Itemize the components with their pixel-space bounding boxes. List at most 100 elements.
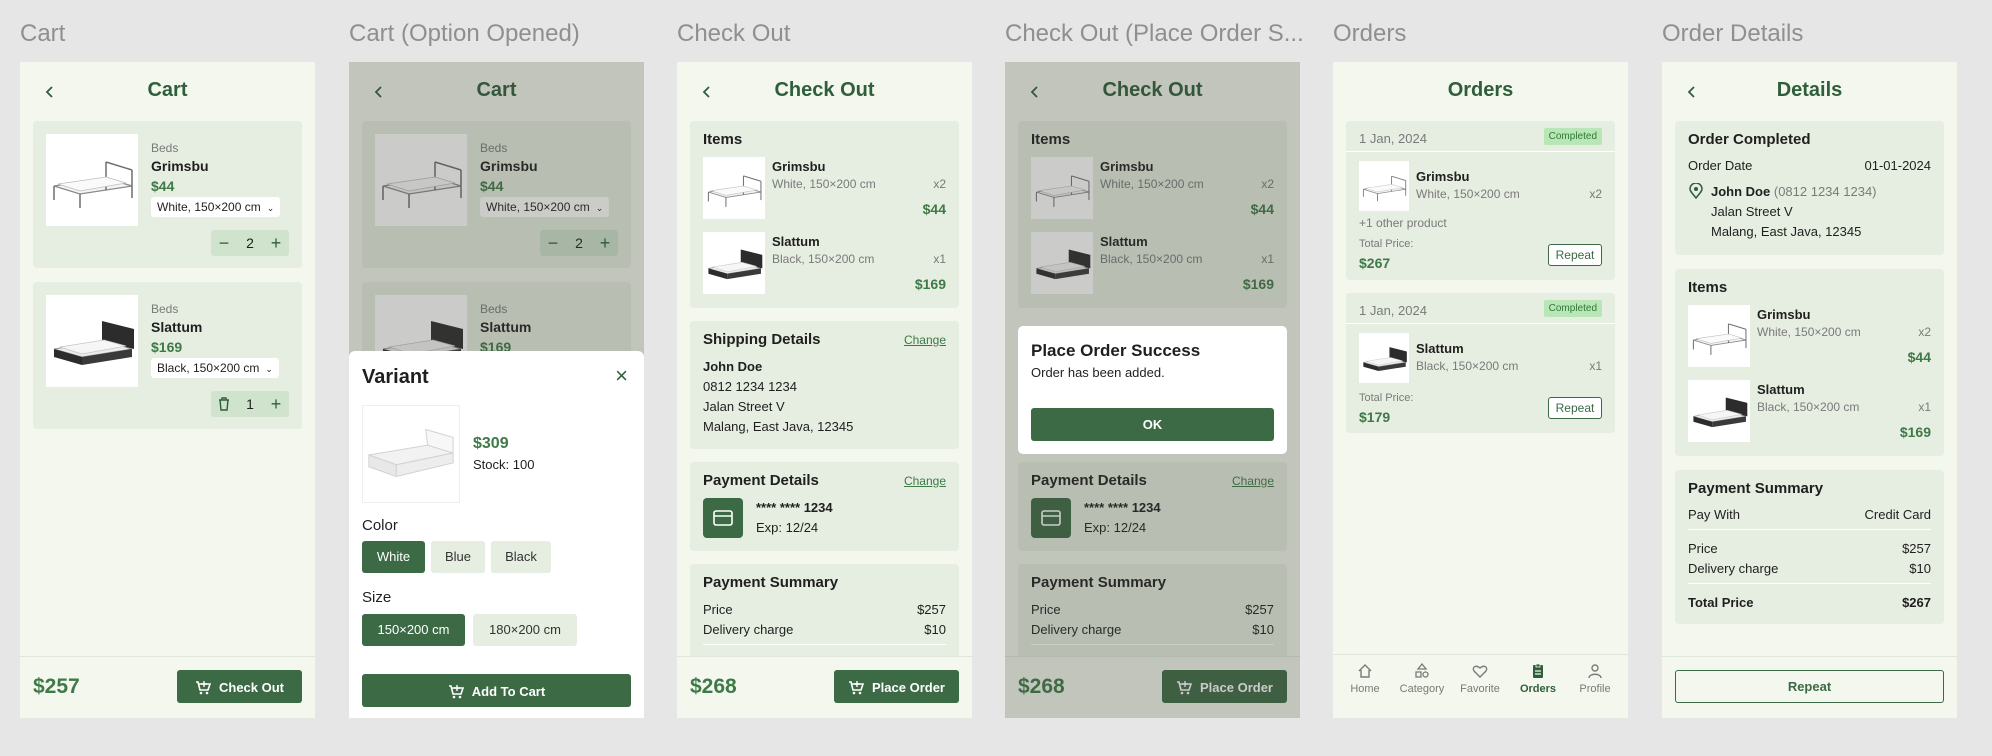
price-value: $257	[1902, 541, 1931, 556]
card-number: **** **** 1234	[756, 500, 833, 515]
size-label: Size	[362, 589, 392, 606]
header: Orders	[1333, 62, 1628, 122]
nav-orders-label: Orders	[1519, 683, 1557, 695]
heart-icon	[1472, 665, 1488, 678]
plus-button[interactable]: +	[263, 230, 289, 256]
location-pin-icon	[1689, 183, 1703, 199]
order-info-card: Order Completed Order Date 01-01-2024 Jo…	[1675, 121, 1944, 255]
price-label: Price	[1688, 541, 1718, 556]
nav-favorite[interactable]: Favorite	[1452, 663, 1508, 695]
product-name: Grimsbu	[772, 159, 826, 174]
close-icon[interactable]: ×	[615, 363, 628, 389]
variant-price: $309	[473, 435, 509, 452]
color-label: Color	[362, 517, 398, 534]
nav-category[interactable]: Category	[1394, 663, 1450, 695]
plus-button[interactable]: +	[263, 391, 289, 417]
order-status: Order Completed	[1688, 131, 1811, 148]
order-details-screen: Details Order Completed Order Date 01-01…	[1662, 62, 1957, 718]
add-to-cart-button[interactable]: Add To Cart	[362, 674, 631, 707]
repeat-order-button[interactable]: Repeat	[1675, 670, 1944, 703]
quantity-value: 2	[246, 235, 254, 251]
product-price: $44	[1907, 349, 1931, 365]
header: Cart	[20, 62, 315, 122]
product-image	[703, 232, 765, 294]
cart-item: Beds Grimsbu $44 White, 150×200 cm ⌄ − 2 …	[33, 121, 302, 268]
price-value: $257	[917, 602, 946, 617]
product-name: Grimsbu	[151, 158, 209, 174]
product-image[interactable]	[46, 295, 138, 387]
nav-profile[interactable]: Profile	[1567, 663, 1623, 695]
repeat-button[interactable]: Repeat	[1548, 397, 1602, 419]
delivery-label: Delivery charge	[1688, 561, 1779, 576]
product-qty: x1	[933, 252, 946, 266]
product-qty: x1	[1918, 400, 1931, 414]
product-image	[1688, 305, 1750, 367]
divider	[1346, 323, 1615, 324]
order-date: 1 Jan, 2024	[1359, 131, 1427, 146]
bottom-bar: $257 Check Out	[20, 656, 315, 718]
divider	[1346, 151, 1615, 152]
product-variant: Black, 150×200 cm	[772, 252, 875, 266]
product-image[interactable]	[46, 134, 138, 226]
payment-card: Payment Details Change **** **** 1234 Ex…	[690, 462, 959, 551]
size-option-150[interactable]: 150×200 cm	[362, 614, 465, 646]
product-name: Grimsbu	[1416, 169, 1470, 184]
product-category: Beds	[151, 141, 179, 155]
home-icon	[1358, 664, 1372, 678]
change-shipping-link[interactable]: Change	[904, 333, 946, 347]
page-title: Details	[1776, 79, 1843, 101]
pay-with-value: Credit Card	[1864, 507, 1931, 522]
variant-select[interactable]: Black, 150×200 cm ⌄	[151, 358, 279, 378]
recipient-name: John Doe	[1711, 184, 1771, 199]
variant-select[interactable]: White, 150×200 cm ⌄	[151, 197, 281, 217]
delivery-value: $10	[1909, 561, 1931, 576]
product-variant: White, 150×200 cm	[772, 177, 876, 191]
clipboard-icon	[1533, 663, 1543, 678]
place-order-button[interactable]: Place Order	[834, 670, 959, 703]
product-variant: Black, 150×200 cm	[1757, 400, 1860, 414]
other-products: +1 other product	[1359, 216, 1447, 230]
product-name: Grimsbu	[1757, 307, 1811, 322]
checkout-screen: Check Out Items Grimsbu White, 150×200 c…	[677, 62, 972, 718]
nav-home-label: Home	[1350, 683, 1380, 695]
ship-city: Malang, East Java, 12345	[703, 419, 854, 434]
change-payment-link[interactable]: Change	[904, 474, 946, 488]
cart-item: Beds Slattum $169 Black, 150×200 cm ⌄ 1 +	[33, 282, 302, 429]
trash-icon	[219, 397, 229, 411]
card-expiry: Exp: 12/24	[756, 520, 819, 535]
quantity-value: 1	[246, 396, 254, 412]
cart-icon	[848, 680, 864, 696]
ship-street: Jalan Street V	[703, 399, 785, 414]
variant-select-label: White, 150×200 cm	[157, 200, 261, 214]
address-city: Malang, East Java, 12345	[1711, 224, 1862, 239]
product-variant: Black, 150×200 cm	[1416, 359, 1519, 373]
nav-home[interactable]: Home	[1337, 663, 1393, 695]
color-option-black[interactable]: Black	[491, 541, 551, 573]
size-option-180[interactable]: 180×200 cm	[473, 614, 577, 646]
color-option-white[interactable]: White	[362, 541, 425, 573]
chevron-down-icon: ⌄	[265, 364, 273, 374]
order-card[interactable]: 1 Jan, 2024 Completed Grimsbu White, 150…	[1346, 121, 1615, 280]
variant-select-label: Black, 150×200 cm	[157, 361, 260, 375]
product-price: $44	[922, 201, 946, 217]
checkout-button[interactable]: Check Out	[177, 670, 302, 703]
order-card[interactable]: 1 Jan, 2024 Completed Slattum Black, 150…	[1346, 293, 1615, 433]
ship-phone: 0812 1234 1234	[703, 379, 797, 394]
cart-option-screen: Cart Beds Grimsbu $44 White, 150×200 cm ⌄…	[349, 62, 644, 718]
trash-button[interactable]	[211, 391, 237, 417]
repeat-button[interactable]: Repeat	[1548, 244, 1602, 266]
ok-button[interactable]: OK	[1031, 408, 1274, 441]
page-title: Cart	[147, 79, 188, 101]
frame-title-order-details: Order Details	[1662, 20, 1804, 47]
bottom-bar: Repeat	[1662, 656, 1957, 718]
quantity-stepper: − 2 +	[211, 230, 289, 256]
product-qty: x2	[933, 177, 946, 191]
product-price: $44	[151, 178, 175, 194]
minus-button[interactable]: −	[211, 230, 237, 256]
nav-orders[interactable]: Orders	[1510, 663, 1566, 695]
items-label: Items	[1688, 279, 1728, 296]
color-option-blue[interactable]: Blue	[431, 541, 485, 573]
page-title: Check Out	[774, 79, 875, 101]
summary-label: Payment Summary	[703, 574, 839, 591]
frame-title-cart: Cart	[20, 20, 66, 47]
